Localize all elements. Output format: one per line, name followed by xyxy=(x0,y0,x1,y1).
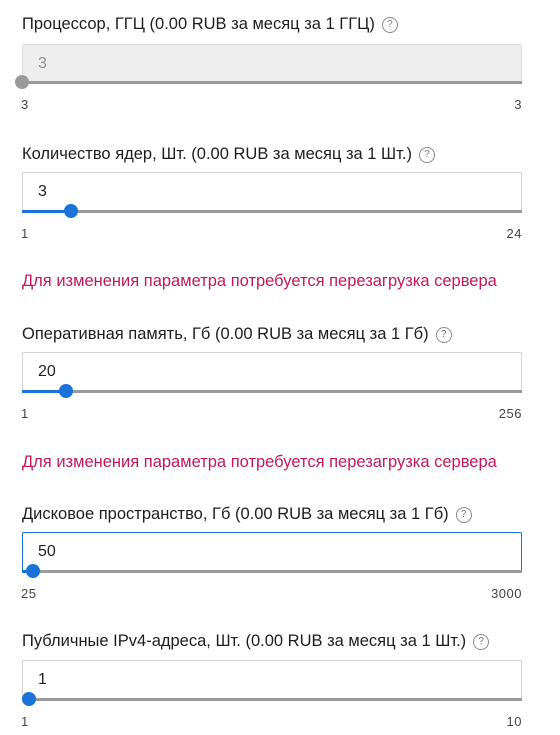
disk-max: 3000 xyxy=(491,586,522,601)
disk-min: 25 xyxy=(21,586,37,601)
cpu-slider-handle xyxy=(15,75,29,89)
ram-label-text: Оперативная память, Гб (0.00 RUB за меся… xyxy=(22,325,429,343)
cores-min: 1 xyxy=(21,226,29,241)
ram-max: 256 xyxy=(498,406,522,421)
disk-input[interactable]: 50 xyxy=(22,532,522,572)
cores-slider-track[interactable] xyxy=(22,204,522,218)
cpu-value: 3 xyxy=(38,55,47,72)
ipv4-input[interactable]: 1 xyxy=(22,660,522,700)
ipv4-max: 10 xyxy=(506,714,522,729)
cpu-min: 3 xyxy=(21,97,29,112)
reboot-warning: Для изменения параметра потребуется пере… xyxy=(22,453,497,471)
ipv4-label: Публичные IPv4-адреса, Шт. (0.00 RUB за … xyxy=(22,632,490,651)
ram-value: 20 xyxy=(38,363,56,380)
ram-min: 1 xyxy=(21,406,29,421)
ipv4-slider-track[interactable] xyxy=(22,692,522,706)
cores-max: 24 xyxy=(506,226,522,241)
ipv4-slider-handle[interactable] xyxy=(22,692,36,706)
ram-label: Оперативная память, Гб (0.00 RUB за меся… xyxy=(22,325,452,344)
cores-label-text: Количество ядер, Шт. (0.00 RUB за месяц … xyxy=(22,145,412,163)
disk-slider-track[interactable] xyxy=(22,564,522,578)
disk-slider-handle[interactable] xyxy=(26,564,40,578)
ram-input[interactable]: 20 xyxy=(22,352,522,392)
ipv4-value: 1 xyxy=(38,671,47,688)
help-icon[interactable]: ? xyxy=(419,146,435,163)
help-icon[interactable]: ? xyxy=(455,506,472,523)
ram-slider-track[interactable] xyxy=(22,384,522,398)
cores-label: Количество ядер, Шт. (0.00 RUB за месяц … xyxy=(22,145,435,164)
cpu-label: Процессор, ГГЦ (0.00 RUB за месяц за 1 Г… xyxy=(22,15,398,34)
cpu-slider-track xyxy=(15,75,522,89)
ipv4-min: 1 xyxy=(21,714,29,729)
cpu-max: 3 xyxy=(514,97,522,112)
cores-input[interactable]: 3 xyxy=(22,172,522,212)
ipv4-label-text: Публичные IPv4-адреса, Шт. (0.00 RUB за … xyxy=(22,632,467,650)
disk-value: 50 xyxy=(38,543,56,560)
help-icon[interactable]: ? xyxy=(473,633,490,650)
cores-slider-handle[interactable] xyxy=(64,204,78,218)
help-icon[interactable]: ? xyxy=(435,326,452,343)
cores-value: 3 xyxy=(38,183,47,200)
help-icon[interactable]: ? xyxy=(381,16,398,33)
cpu-label-text: Процессор, ГГЦ (0.00 RUB за месяц за 1 Г… xyxy=(22,15,375,33)
ram-slider-handle[interactable] xyxy=(59,384,73,398)
cpu-input: 3 xyxy=(22,44,522,84)
reboot-warning: Для изменения параметра потребуется пере… xyxy=(22,272,497,290)
disk-label: Дисковое пространство, Гб (0.00 RUB за м… xyxy=(22,505,472,524)
disk-label-text: Дисковое пространство, Гб (0.00 RUB за м… xyxy=(22,505,449,523)
